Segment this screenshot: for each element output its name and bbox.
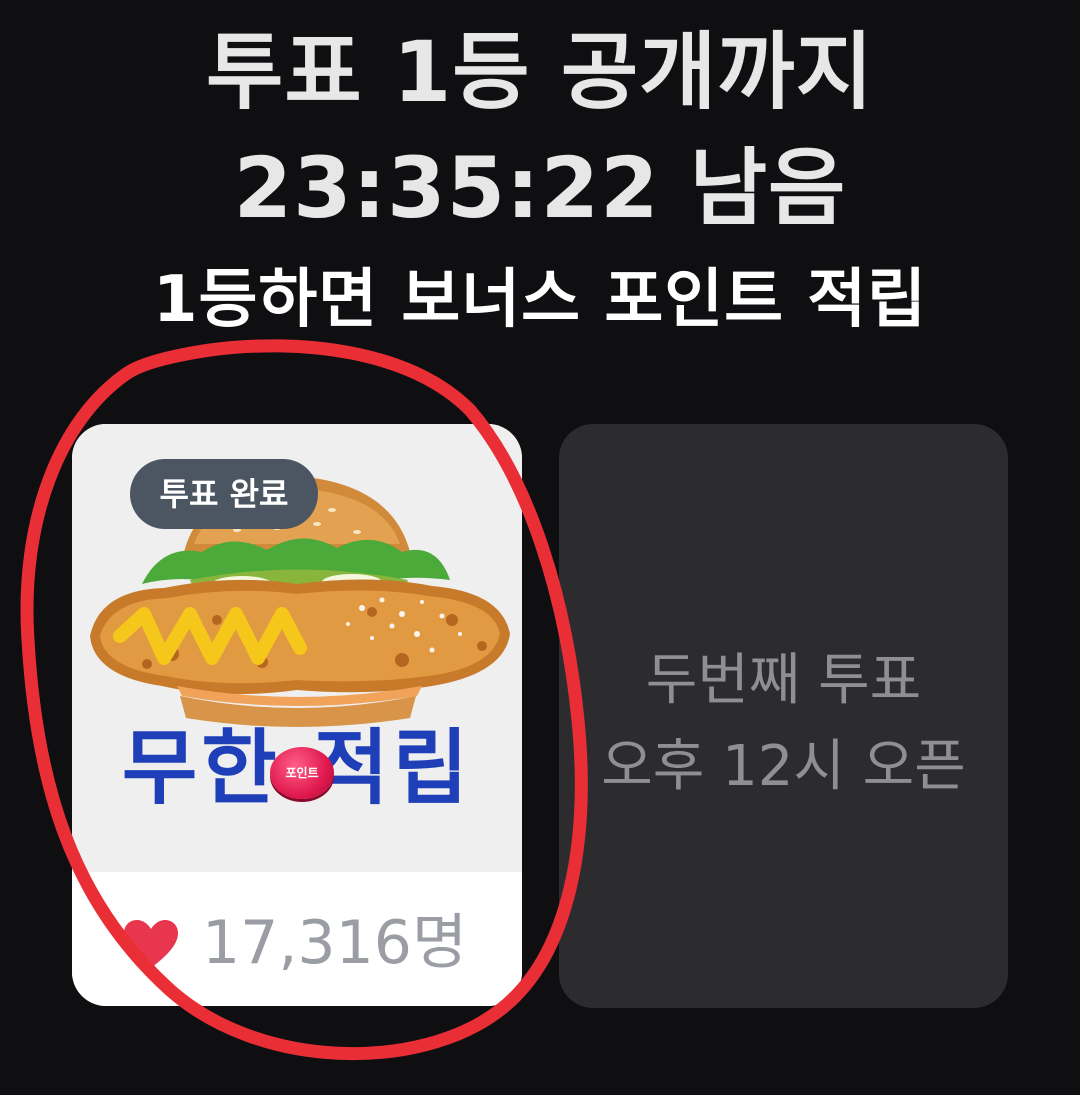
vote-option-card[interactable]: 투표 완료 무한 적립 포인트 17,316명 — [72, 424, 522, 1006]
countdown-title: 투표 1등 공개까지 — [206, 23, 874, 121]
upcoming-vote-time: 오후 12시 오픈 — [601, 734, 966, 799]
vote-complete-badge: 투표 완료 — [130, 459, 318, 529]
point-coin-icon: 포인트 — [270, 747, 334, 799]
upcoming-vote-title: 두번째 투표 — [645, 648, 922, 713]
product-image: 투표 완료 무한 적립 포인트 — [72, 424, 522, 872]
upcoming-vote-card: 두번째 투표 오후 12시 오픈 — [559, 424, 1008, 1008]
like-count: 17,316명 — [202, 908, 468, 978]
bonus-subtitle: 1등하면 보너스 포인트 적립 — [152, 263, 928, 337]
heart-icon[interactable] — [122, 918, 180, 970]
countdown-timer: 23:35:22 남음 — [233, 139, 847, 237]
vote-screen: 투표 1등 공개까지 23:35:22 남음 1등하면 보너스 포인트 적립 투… — [0, 0, 1080, 1095]
